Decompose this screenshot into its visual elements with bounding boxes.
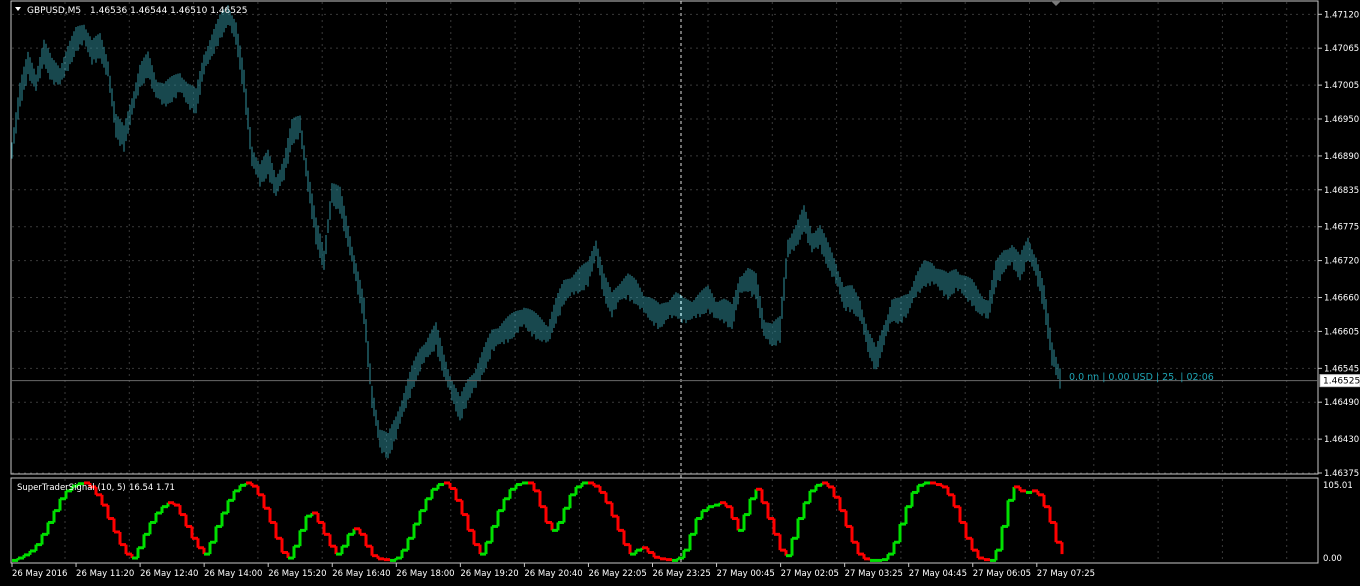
- time-tick-label: 27 May 02:05: [781, 569, 839, 579]
- trading-terminal: 1.47120 1.47065 1.47005 1.46950 1.46890 1.468…: [0, 0, 1360, 586]
- time-tick-label: 26 May 2016: [12, 569, 67, 579]
- time-tick-label: 27 May 07:25: [1037, 569, 1095, 579]
- time-tick-label: 26 May 22:05: [588, 569, 646, 579]
- price-tick-label: 1.46720: [1324, 257, 1359, 267]
- price-tick-label: 1.46490: [1324, 398, 1359, 408]
- price-tick-label: 1.46660: [1324, 294, 1359, 304]
- time-tick-label: 26 May 11:20: [76, 569, 134, 579]
- price-tick-label: 1.46375: [1324, 469, 1359, 479]
- time-tick-label: 26 May 15:20: [268, 569, 326, 579]
- price-tick-label: 1.46835: [1324, 186, 1359, 196]
- time-tick-label: 27 May 04:45: [909, 569, 967, 579]
- current-price-value: 1.46525: [1323, 377, 1360, 387]
- time-tick-label: 27 May 06:05: [973, 569, 1031, 579]
- time-tick-label: 26 May 16:40: [332, 569, 390, 579]
- indicator-scale-bottom: 0.00: [1323, 554, 1342, 564]
- price-tick-label: 1.47120: [1324, 10, 1359, 20]
- chart-background: [0, 0, 1360, 586]
- price-tick-label: 1.46950: [1324, 115, 1359, 125]
- time-tick-label: 27 May 03:25: [845, 569, 903, 579]
- indicator-values: 16.54 1.71: [129, 483, 175, 493]
- time-tick-label: 26 May 14:00: [204, 569, 262, 579]
- price-tick-label: 1.46605: [1324, 327, 1359, 337]
- price-chart[interactable]: 1.47120 1.47065 1.47005 1.46950 1.46890 1.468…: [0, 0, 1360, 586]
- price-tick-label: 1.46430: [1324, 435, 1359, 445]
- trade-info-overlay: 0.0 nn | 0.00 USD | 25. | 02:06: [1069, 372, 1214, 383]
- price-tick-label: 1.46775: [1324, 223, 1359, 233]
- indicator-scale-top: 105.01: [1323, 481, 1353, 491]
- time-tick-label: 27 May 00:45: [717, 569, 775, 579]
- time-tick-label: 26 May 19:20: [460, 569, 518, 579]
- price-tick-label: 1.47065: [1324, 44, 1359, 54]
- price-tick-label: 1.46890: [1324, 152, 1359, 162]
- price-tick-label: 1.47005: [1324, 81, 1359, 91]
- symbol-label: GBPUSD,M5: [27, 6, 81, 16]
- time-tick-label: 26 May 18:00: [396, 569, 454, 579]
- indicator-title: SuperTraderSignal (10, 5): [17, 483, 126, 493]
- time-tick-label: 26 May 12:40: [140, 569, 198, 579]
- time-tick-label: 26 May 23:25: [653, 569, 711, 579]
- ohlc-values: 1.46536 1.46544 1.46510 1.46525: [90, 6, 247, 16]
- time-tick-label: 26 May 20:40: [524, 569, 582, 579]
- price-tick-label: 1.46545: [1324, 364, 1359, 374]
